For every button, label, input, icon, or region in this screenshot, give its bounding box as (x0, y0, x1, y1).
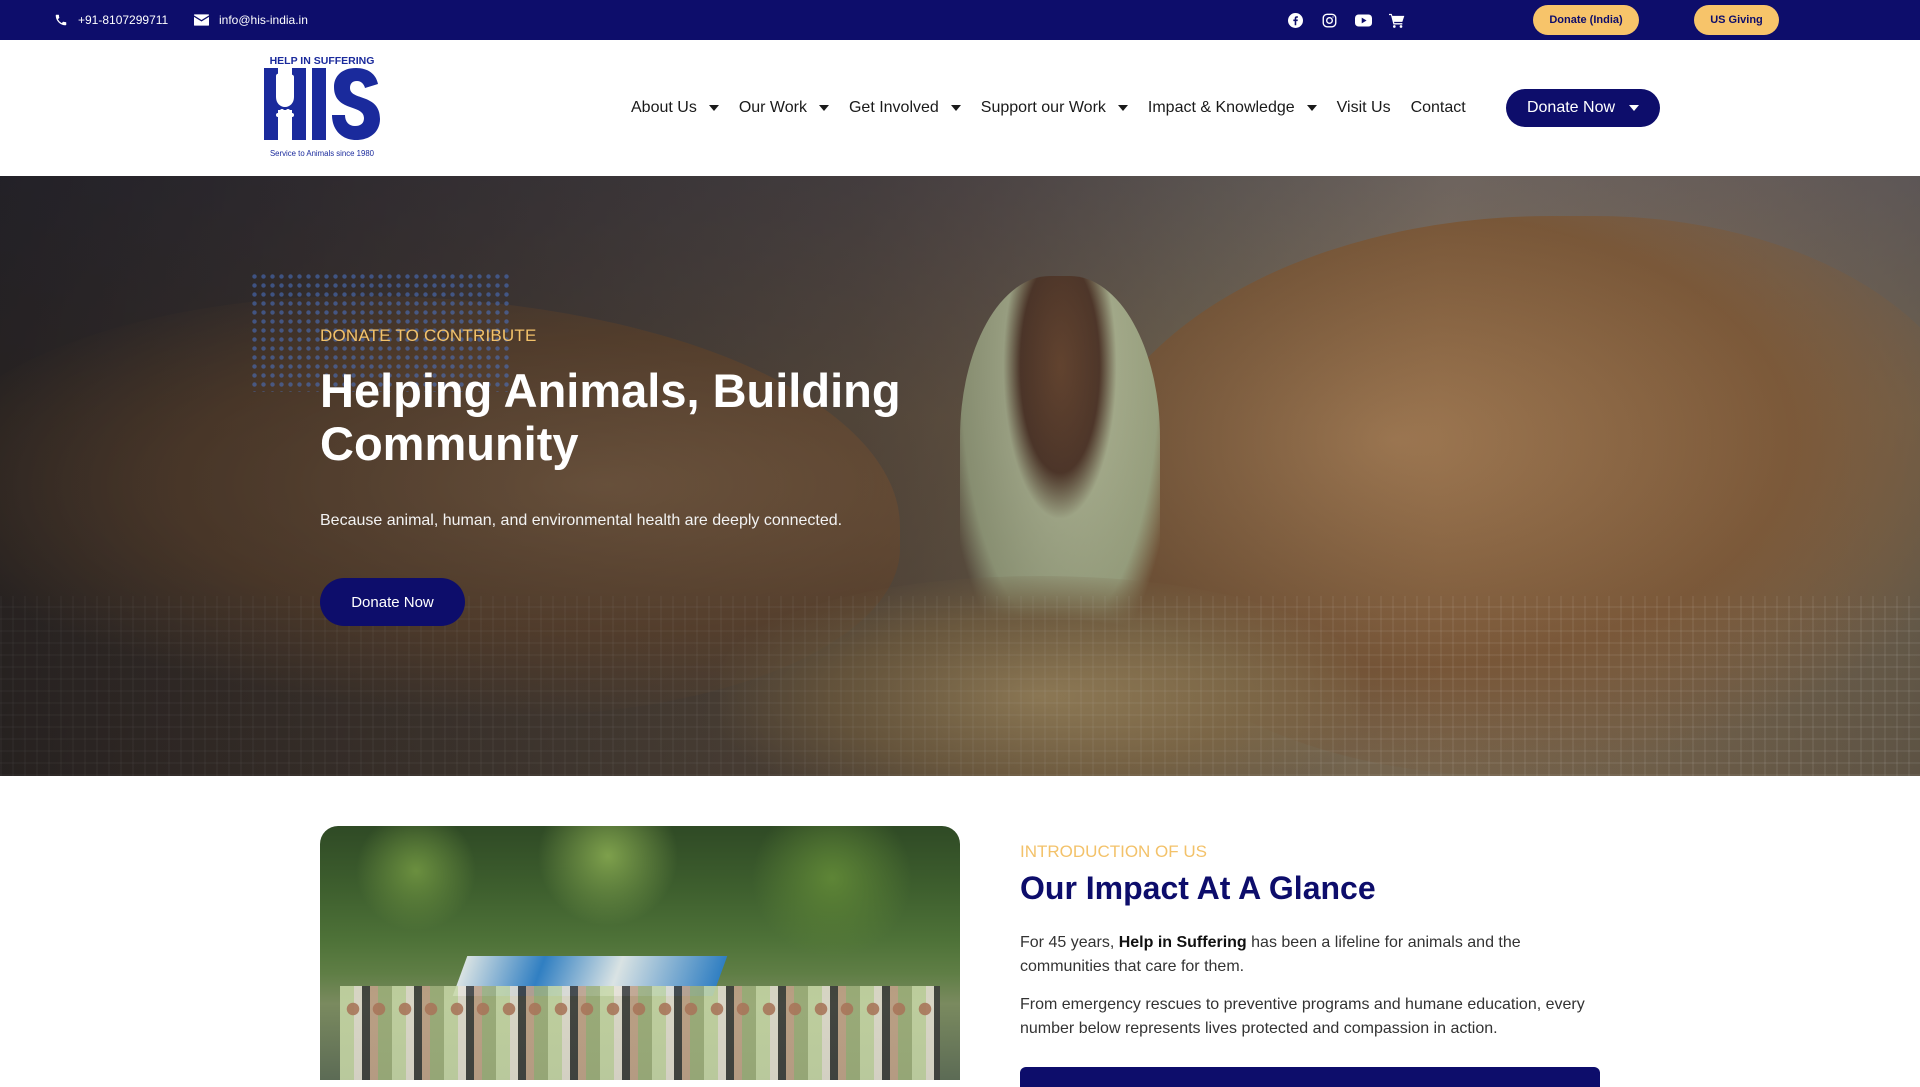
intro-paragraph-1: For 45 years, Help in Suffering has been… (1020, 931, 1600, 979)
donate-now-dropdown-button[interactable]: Donate Now (1506, 89, 1660, 127)
phone-icon (55, 14, 67, 26)
intro-title: Our Impact At A Glance (1020, 870, 1376, 906)
nav-label: Impact & Knowledge (1147, 99, 1295, 116)
nav-label: About Us (631, 99, 697, 116)
envelope-icon (194, 14, 209, 26)
donate-india-button[interactable]: Donate (India) (1533, 5, 1639, 35)
hero-eyebrow: DONATE TO CONTRIBUTE (320, 326, 537, 345)
nav-impact-knowledge[interactable]: Impact & Knowledge (1138, 99, 1327, 117)
hero-banner: DONATE TO CONTRIBUTE Helping Animals, Bu… (0, 176, 1920, 776)
caret-down-icon (1306, 105, 1317, 111)
nav-label: Visit Us (1336, 99, 1391, 116)
hero-subtitle: Because animal, human, and environmental… (320, 512, 843, 529)
email-link[interactable]: info@his-india.in (194, 0, 308, 40)
nav-get-involved[interactable]: Get Involved (839, 99, 971, 117)
main-nav: About Us Our Work Get Involved Support o… (621, 40, 1476, 176)
hero-title: Helping Animals, Building Community (320, 364, 901, 470)
photo-trees (320, 826, 960, 976)
nav-label: Support our Work (980, 99, 1106, 116)
stats-panel (1020, 1067, 1600, 1087)
hero-overlay (0, 176, 1920, 776)
phone-number: +91-8107299711 (78, 13, 169, 27)
nav-label: Our Work (738, 99, 807, 116)
intro-paragraph-2: From emergency rescues to preventive pro… (1020, 996, 1585, 1037)
intro-p1-prefix: For 45 years, (1020, 934, 1119, 951)
caret-down-icon (1117, 105, 1128, 111)
svg-text:Service to Animals since 1980: Service to Animals since 1980 (270, 149, 375, 158)
nav-label: Get Involved (848, 99, 939, 116)
caret-down-icon (1629, 105, 1640, 111)
photo-faces (340, 994, 940, 1024)
cart-icon[interactable] (1380, 0, 1414, 40)
nav-contact[interactable]: Contact (1401, 99, 1476, 117)
team-group-photo (320, 826, 960, 1080)
us-giving-button[interactable]: US Giving (1694, 5, 1779, 35)
instagram-icon[interactable] (1312, 0, 1346, 40)
intro-eyebrow: INTRODUCTION OF US (1020, 842, 1207, 861)
hero-donate-button[interactable]: Donate Now (320, 578, 465, 626)
nav-label: Contact (1410, 99, 1466, 116)
nav-support-our-work[interactable]: Support our Work (971, 99, 1138, 117)
caret-down-icon (818, 105, 829, 111)
facebook-icon[interactable] (1278, 0, 1312, 40)
nav-our-work[interactable]: Our Work (729, 99, 839, 117)
youtube-icon[interactable] (1346, 0, 1380, 40)
donate-now-label: Donate Now (1526, 99, 1616, 116)
intro-p1-org-name: Help in Suffering (1118, 934, 1247, 951)
caret-down-icon (708, 105, 719, 111)
nav-visit-us[interactable]: Visit Us (1327, 99, 1401, 117)
nav-about-us[interactable]: About Us (621, 99, 729, 117)
email-address: info@his-india.in (219, 13, 308, 27)
site-header: HELP IN SUFFERING Service to Animals sin… (0, 40, 1920, 176)
his-logo[interactable]: HELP IN SUFFERING Service to Animals sin… (262, 54, 382, 160)
social-links (1278, 0, 1414, 40)
phone-link[interactable]: +91-8107299711 (54, 0, 168, 40)
svg-text:HELP IN SUFFERING: HELP IN SUFFERING (270, 55, 375, 67)
top-bar: +91-8107299711 info@his-india.in Donate … (0, 0, 1920, 40)
caret-down-icon (950, 105, 961, 111)
